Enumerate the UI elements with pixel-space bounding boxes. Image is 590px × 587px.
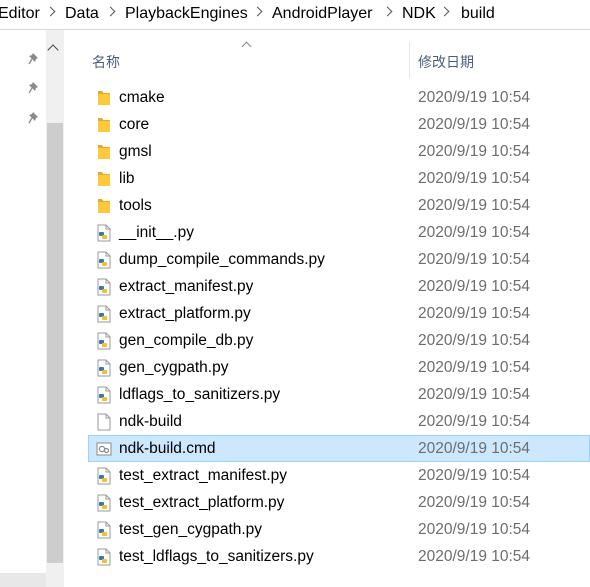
file-date-modified: 2020/9/19 10:54 [418, 305, 531, 322]
file-row[interactable]: __init__.py 2020/9/19 10:54 [88, 219, 590, 246]
file-date-modified: 2020/9/19 10:54 [418, 251, 531, 268]
file-row[interactable]: ndk-build 2020/9/19 10:54 [88, 408, 590, 435]
column-header-date-modified[interactable]: 修改日期 [418, 52, 474, 72]
file-row[interactable]: extract_platform.py 2020/9/19 10:54 [88, 300, 590, 327]
cmd-file-icon [96, 440, 112, 458]
breadcrumb-separator-icon[interactable] [382, 6, 393, 17]
file-date-modified: 2020/9/19 10:54 [418, 521, 531, 538]
file-row[interactable]: test_extract_platform.py 2020/9/19 10:54 [88, 489, 590, 516]
file-name: cmake [119, 89, 165, 106]
navigation-pane [0, 30, 66, 587]
file-date-modified: 2020/9/19 10:54 [418, 440, 531, 457]
column-header-name[interactable]: 名称 [92, 52, 120, 72]
file-row[interactable]: gen_cygpath.py 2020/9/19 10:54 [88, 354, 590, 381]
pin-icon[interactable] [28, 52, 42, 66]
folder-icon [96, 170, 112, 188]
file-date-modified: 2020/9/19 10:54 [418, 413, 531, 430]
file-date-modified: 2020/9/19 10:54 [418, 548, 531, 565]
nav-pane-bottom [0, 573, 46, 587]
folder-icon [96, 143, 112, 161]
column-header: 名称 修改日期 [66, 30, 590, 80]
file-name: test_extract_manifest.py [119, 467, 287, 484]
file-date-modified: 2020/9/19 10:54 [418, 386, 531, 403]
python-file-icon [96, 278, 112, 296]
file-name: core [119, 116, 150, 133]
address-breadcrumb: Editor Data PlaybackEngines AndroidPlaye… [0, 0, 590, 30]
breadcrumb-item-data[interactable]: Data [65, 5, 99, 23]
file-name: ndk-build.cmd [119, 440, 216, 457]
file-date-modified: 2020/9/19 10:54 [418, 278, 531, 295]
file-date-modified: 2020/9/19 10:54 [418, 197, 531, 214]
file-row[interactable]: extract_manifest.py 2020/9/19 10:54 [88, 273, 590, 300]
file-date-modified: 2020/9/19 10:54 [418, 143, 531, 160]
folder-icon [96, 89, 112, 107]
column-divider[interactable] [409, 42, 410, 78]
file-date-modified: 2020/9/19 10:54 [418, 224, 531, 241]
file-name: extract_platform.py [119, 305, 251, 322]
file-name: dump_compile_commands.py [119, 251, 325, 268]
file-date-modified: 2020/9/19 10:54 [418, 89, 531, 106]
file-name: test_extract_platform.py [119, 494, 285, 511]
file-name: extract_manifest.py [119, 278, 254, 295]
breadcrumb-item-build[interactable]: build [461, 5, 495, 23]
file-row[interactable]: cmake 2020/9/19 10:54 [88, 84, 590, 111]
breadcrumb-item-ndk[interactable]: NDK [402, 5, 436, 23]
breadcrumb-item-editor[interactable]: Editor [0, 5, 40, 23]
file-date-modified: 2020/9/19 10:54 [418, 332, 531, 349]
file-name: tools [119, 197, 152, 214]
file-row[interactable]: lib 2020/9/19 10:54 [88, 165, 590, 192]
file-name: gen_compile_db.py [119, 332, 254, 349]
file-date-modified: 2020/9/19 10:54 [418, 467, 531, 484]
nav-scrollbar-thumb[interactable] [47, 123, 63, 563]
python-file-icon [96, 494, 112, 512]
python-file-icon [96, 251, 112, 269]
file-row[interactable]: ndk-build.cmd 2020/9/19 10:54 [88, 435, 590, 462]
sort-ascending-icon [241, 41, 252, 52]
file-row[interactable]: dump_compile_commands.py 2020/9/19 10:54 [88, 246, 590, 273]
python-file-icon [96, 386, 112, 404]
file-row[interactable]: ldflags_to_sanitizers.py 2020/9/19 10:54 [88, 381, 590, 408]
breadcrumb-item-playbackengines[interactable]: PlaybackEngines [125, 5, 248, 23]
file-row[interactable]: test_ldflags_to_sanitizers.py 2020/9/19 1… [88, 543, 590, 570]
python-file-icon [96, 305, 112, 323]
breadcrumb-separator-icon[interactable] [45, 6, 56, 17]
file-date-modified: 2020/9/19 10:54 [418, 494, 531, 511]
python-file-icon [96, 467, 112, 485]
file-name: test_ldflags_to_sanitizers.py [119, 548, 314, 565]
python-file-icon [96, 521, 112, 539]
breadcrumb-separator-icon[interactable] [252, 6, 263, 17]
blank-file-icon [96, 413, 112, 431]
file-row[interactable]: test_gen_cygpath.py 2020/9/19 10:54 [88, 516, 590, 543]
file-row[interactable]: tools 2020/9/19 10:54 [88, 192, 590, 219]
file-name: gmsl [119, 143, 152, 160]
python-file-icon [96, 224, 112, 242]
file-row[interactable]: test_extract_manifest.py 2020/9/19 10:54 [88, 462, 590, 489]
python-file-icon [96, 332, 112, 350]
file-name: gen_cygpath.py [119, 359, 229, 376]
file-row[interactable]: gmsl 2020/9/19 10:54 [88, 138, 590, 165]
file-name: test_gen_cygpath.py [119, 521, 263, 538]
file-row[interactable]: core 2020/9/19 10:54 [88, 111, 590, 138]
folder-icon [96, 197, 112, 215]
file-name: ndk-build [119, 413, 182, 430]
folder-icon [96, 116, 112, 134]
file-name: ldflags_to_sanitizers.py [119, 386, 281, 403]
file-row[interactable]: gen_compile_db.py 2020/9/19 10:54 [88, 327, 590, 354]
file-date-modified: 2020/9/19 10:54 [418, 170, 531, 187]
file-date-modified: 2020/9/19 10:54 [418, 116, 531, 133]
python-file-icon [96, 548, 112, 566]
file-name: __init__.py [119, 224, 194, 241]
python-file-icon [96, 359, 112, 377]
file-name: lib [119, 170, 135, 187]
breadcrumb-separator-icon[interactable] [105, 6, 116, 17]
pin-icon[interactable] [28, 81, 42, 95]
breadcrumb-item-androidplayer[interactable]: AndroidPlayer [272, 5, 373, 23]
pin-icon[interactable] [28, 111, 42, 125]
breadcrumb-separator-icon[interactable] [439, 6, 450, 17]
file-date-modified: 2020/9/19 10:54 [418, 359, 531, 376]
